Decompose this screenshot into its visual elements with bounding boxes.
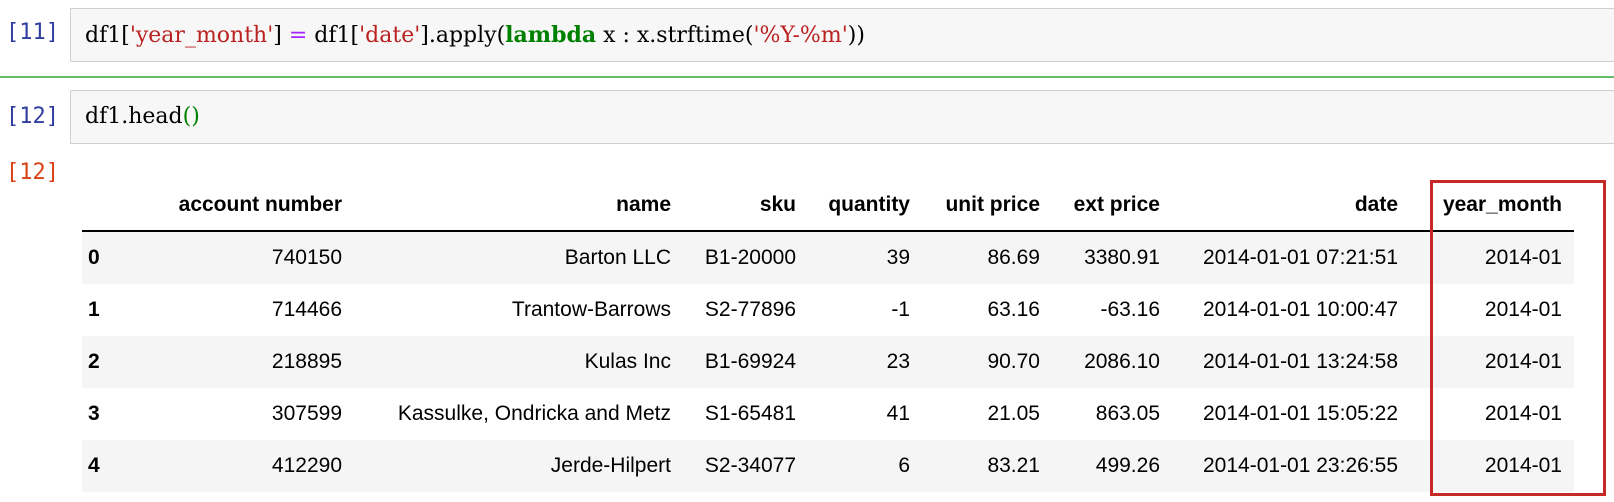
column-header-index bbox=[82, 180, 130, 232]
code-token: df1.head bbox=[85, 104, 183, 129]
cell-ext-price: -63.16 bbox=[1100, 298, 1160, 321]
output-prompt-12: [12] bbox=[6, 160, 59, 185]
row-index: 1 bbox=[88, 298, 100, 321]
table-row: 4 412290 Jerde-Hilpert S2-34077 6 83.21 … bbox=[82, 440, 1574, 492]
cell-date: 2014-01-01 10:00:47 bbox=[1203, 298, 1398, 321]
cell-quantity: 23 bbox=[808, 336, 922, 388]
code-token: x : x.strftime( bbox=[596, 23, 754, 48]
cell-sku: B1-69924 bbox=[683, 336, 808, 388]
cell-account-number: 740150 bbox=[130, 231, 354, 284]
cell-account-number: 412290 bbox=[130, 440, 354, 492]
table-row: 2 218895 Kulas Inc B1-69924 23 90.70 208… bbox=[82, 336, 1574, 388]
code-cell-12[interactable]: df1.head() bbox=[70, 90, 1614, 144]
column-header-unit-price: unit price bbox=[922, 180, 1052, 232]
code-paren: () bbox=[182, 104, 200, 129]
cell-date: 2014-01-01 13:24:58 bbox=[1172, 336, 1410, 388]
cell-name: Jerde-Hilpert bbox=[354, 440, 683, 492]
code-token: ].apply( bbox=[420, 23, 506, 48]
cell-unit-price: 86.69 bbox=[922, 231, 1052, 284]
row-index: 0 bbox=[82, 231, 130, 284]
cell-ext-price: 2086.10 bbox=[1052, 336, 1172, 388]
cell-sku: S2-77896 bbox=[704, 298, 796, 321]
code-token: df1[ bbox=[85, 23, 130, 48]
input-prompt-12: [12] bbox=[6, 104, 59, 129]
cell-year-month: 2014-01 bbox=[1410, 440, 1574, 492]
cell-year-month: 2014-01 bbox=[1410, 231, 1574, 284]
table-row: 0 740150 Barton LLC B1-20000 39 86.69 33… bbox=[82, 231, 1574, 284]
cell-unit-price: 90.70 bbox=[922, 336, 1052, 388]
cell-unit-price: 63.16 bbox=[987, 298, 1040, 321]
code-token: ] bbox=[273, 23, 289, 48]
table-row: 3 307599 Kassulke, Ondricka and Metz S1-… bbox=[82, 388, 1574, 440]
cell-name: Barton LLC bbox=[354, 231, 683, 284]
cell-sku: B1-20000 bbox=[683, 231, 808, 284]
cell-date: 2014-01-01 23:26:55 bbox=[1172, 440, 1410, 492]
column-header-date: date bbox=[1172, 180, 1410, 232]
column-header-name: name bbox=[354, 180, 683, 232]
cell-name: Trantow-Barrows bbox=[511, 298, 671, 321]
cell-ext-price: 499.26 bbox=[1052, 440, 1172, 492]
code-string: 'date' bbox=[359, 23, 421, 48]
cell-account-number: 307599 bbox=[271, 402, 342, 425]
cell-ext-price: 863.05 bbox=[1095, 402, 1160, 425]
cell-year-month: 2014-01 bbox=[1484, 298, 1562, 321]
cell-quantity: 6 bbox=[808, 440, 922, 492]
cell-date: 2014-01-01 15:05:22 bbox=[1203, 402, 1398, 425]
row-index: 4 bbox=[82, 440, 130, 492]
cell-unit-price: 83.21 bbox=[922, 440, 1052, 492]
column-header-quantity: quantity bbox=[808, 180, 922, 232]
code-string: 'year_month' bbox=[129, 23, 274, 48]
dataframe-output: account number name sku quantity unit pr… bbox=[82, 180, 1574, 492]
selected-cell-separator bbox=[0, 76, 1614, 78]
input-prompt-11: [11] bbox=[6, 20, 59, 45]
code-operator: = bbox=[288, 23, 308, 48]
row-index: 3 bbox=[88, 402, 100, 425]
cell-quantity: 39 bbox=[808, 231, 922, 284]
cell-unit-price: 21.05 bbox=[987, 402, 1040, 425]
column-header-year-month: year_month bbox=[1410, 180, 1574, 232]
column-header-account-number: account number bbox=[130, 180, 354, 232]
row-index: 2 bbox=[82, 336, 130, 388]
column-header-ext-price: ext price bbox=[1052, 180, 1172, 232]
table-header-row: account number name sku quantity unit pr… bbox=[82, 180, 1574, 232]
table-row: 1 714466 Trantow-Barrows S2-77896 -1 63.… bbox=[82, 284, 1574, 336]
cell-name: Kassulke, Ondricka and Metz bbox=[397, 402, 671, 425]
cell-sku: S2-34077 bbox=[683, 440, 808, 492]
column-header-sku: sku bbox=[683, 180, 808, 232]
cell-name: Kulas Inc bbox=[354, 336, 683, 388]
cell-sku: S1-65481 bbox=[704, 402, 796, 425]
cell-quantity: -1 bbox=[891, 298, 910, 321]
code-string: '%Y-%m' bbox=[753, 23, 848, 48]
code-cell-11[interactable]: df1['year_month'] = df1['date'].apply(la… bbox=[70, 8, 1614, 62]
cell-account-number: 218895 bbox=[130, 336, 354, 388]
cell-quantity: 41 bbox=[886, 402, 910, 425]
code-token: )) bbox=[847, 23, 865, 48]
cell-ext-price: 3380.91 bbox=[1052, 231, 1172, 284]
cell-account-number: 714466 bbox=[271, 298, 342, 321]
cell-year-month: 2014-01 bbox=[1484, 402, 1562, 425]
code-token: df1[ bbox=[307, 23, 360, 48]
cell-year-month: 2014-01 bbox=[1410, 336, 1574, 388]
code-keyword: lambda bbox=[505, 22, 597, 48]
cell-date: 2014-01-01 07:21:51 bbox=[1172, 231, 1410, 284]
